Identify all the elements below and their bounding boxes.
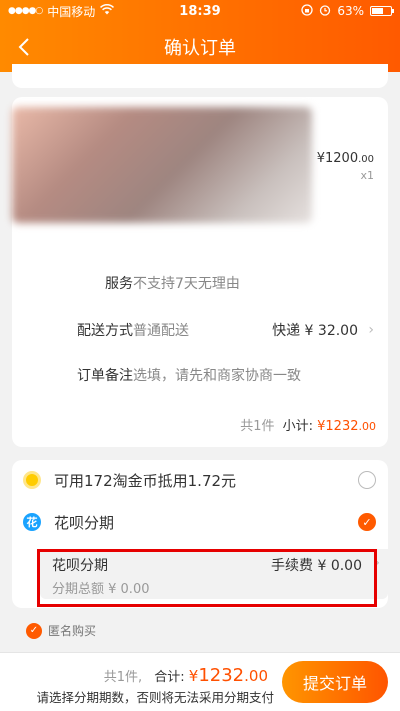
delivery-label: 配送方式 bbox=[77, 323, 133, 339]
alarm-icon bbox=[319, 4, 331, 19]
battery-percent: 63% bbox=[337, 4, 364, 18]
total-label: 合计: bbox=[154, 670, 185, 685]
rotation-lock-icon bbox=[301, 3, 313, 19]
total-integer: 1232 bbox=[198, 665, 245, 686]
bottom-bar: 共1件, 合计: ¥1232.00 请选择分期期数，否则将无法采用分期支付 提交… bbox=[0, 652, 400, 711]
address-card[interactable] bbox=[12, 64, 388, 88]
service-row: 服务 不支持7天无理由 bbox=[12, 271, 388, 295]
huabei-radio[interactable]: ✓ bbox=[358, 513, 376, 531]
huabei-text: 花呗分期 bbox=[54, 513, 115, 532]
page-title: 确认订单 bbox=[164, 38, 236, 59]
subtotal: 共1件 小计: ¥1232.00 bbox=[240, 415, 376, 434]
installment-hint: 请选择分期期数，否则将无法采用分期支付 bbox=[36, 690, 274, 705]
coin-icon bbox=[23, 471, 41, 489]
highlight-box bbox=[37, 549, 377, 607]
carrier-name: 中国移动 bbox=[47, 4, 96, 19]
total-line: 共1件, 合计: ¥1232.00 bbox=[104, 665, 268, 686]
subtotal-count: 共1件 bbox=[240, 419, 275, 434]
signal-icon: ●●●●○ bbox=[8, 6, 43, 16]
anonymous-purchase[interactable]: ✓ 匿名购买 bbox=[26, 622, 96, 639]
price-decimal: .00 bbox=[358, 154, 374, 165]
subtotal-amount: ¥1232.00 bbox=[317, 419, 376, 434]
check-icon[interactable]: ✓ bbox=[26, 622, 42, 639]
chevron-left-icon[interactable] bbox=[12, 32, 36, 62]
submit-order-button[interactable]: 提交订单 bbox=[282, 661, 388, 703]
total-count: 共1件, bbox=[103, 670, 143, 685]
product-quantity: x1 bbox=[360, 169, 374, 182]
product-card: ¥1200.00 x1 服务 不支持7天无理由 配送方式 普通配送 快递 ¥ 3… bbox=[12, 97, 388, 447]
header: ●●●●○ 中国移动 18:39 63% 确认订单 bbox=[0, 0, 400, 72]
coin-text: 可用172淘金币抵用1.72元 bbox=[54, 471, 237, 490]
delivery-fee: 快递 ¥ 32.00 bbox=[272, 323, 358, 339]
note-label: 订单备注 bbox=[77, 368, 133, 384]
wifi-icon bbox=[100, 4, 115, 18]
subtotal-decimal: .00 bbox=[358, 420, 377, 433]
huabei-icon: 花 bbox=[23, 513, 41, 531]
chevron-right-icon: › bbox=[368, 322, 374, 338]
status-bar: ●●●●○ 中国移动 18:39 63% bbox=[0, 0, 400, 22]
coin-radio[interactable] bbox=[358, 471, 376, 489]
huabei-row[interactable]: 花 花呗分期 ✓ bbox=[12, 507, 388, 537]
delivery-row[interactable]: 配送方式 普通配送 快递 ¥ 32.00 › bbox=[12, 318, 388, 342]
service-value: 不支持7天无理由 bbox=[133, 276, 240, 292]
subtotal-label: 小计: bbox=[282, 419, 313, 434]
service-label: 服务 bbox=[105, 276, 133, 292]
battery-icon bbox=[370, 6, 394, 16]
product-price: ¥1200.00 bbox=[317, 151, 374, 166]
total-amount: ¥1232.00 bbox=[188, 665, 268, 686]
note-row[interactable]: 订单备注 选填，请先和商家协商一致 bbox=[12, 363, 388, 387]
battery-level bbox=[372, 8, 383, 14]
product-image[interactable] bbox=[12, 107, 312, 223]
anonymous-label: 匿名购买 bbox=[48, 624, 97, 638]
total-currency: ¥ bbox=[188, 667, 199, 685]
delivery-value: 普通配送 bbox=[133, 323, 189, 339]
coin-row[interactable]: 可用172淘金币抵用1.72元 bbox=[12, 465, 388, 495]
note-input[interactable]: 选填，请先和商家协商一致 bbox=[133, 365, 301, 385]
total-decimal: .00 bbox=[244, 667, 268, 685]
price-integer: ¥1200 bbox=[316, 151, 359, 166]
subtotal-integer: ¥1232 bbox=[317, 419, 359, 434]
